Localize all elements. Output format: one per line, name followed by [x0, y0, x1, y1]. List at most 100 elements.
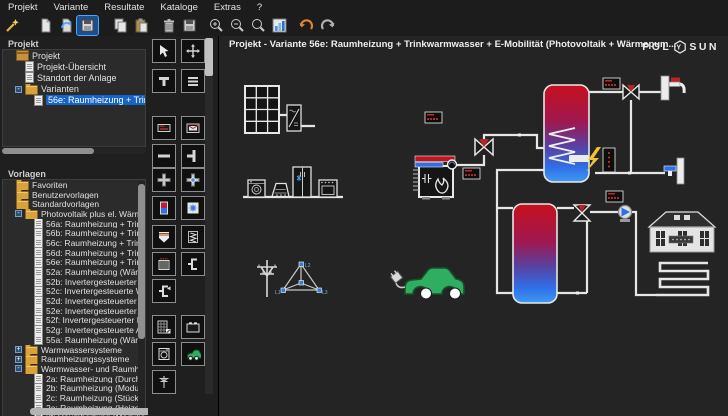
tree-item[interactable]: Projekt [3, 50, 145, 61]
tool-programmable-controller[interactable] [181, 116, 205, 140]
buffer-tank[interactable] [513, 204, 557, 303]
palette-scrollbar[interactable] [205, 38, 213, 394]
tree-item[interactable]: 52a: Raumheizung (Wärmepu [3, 267, 145, 277]
three-phase-node[interactable]: L1 L2 L3 [275, 262, 328, 296]
tree-item[interactable]: Standardvorlagen [3, 199, 145, 209]
tree-item[interactable]: +Raumheizungssysteme [3, 354, 145, 364]
controller-heating-circuit[interactable] [606, 191, 623, 202]
tree-item[interactable]: 2c: Raumheizung (Stückholzfe [3, 393, 145, 403]
menu-kataloge[interactable]: Kataloge [160, 2, 198, 13]
controller-pv[interactable] [425, 112, 442, 123]
tool-coil-heat-exchanger[interactable] [181, 225, 205, 249]
refrigerator[interactable] [293, 167, 311, 197]
tree-item[interactable]: 52d: Invertergesteuerter el. D [3, 296, 145, 306]
tree-item[interactable]: 56e: Raumheizung + Trinkwa [3, 258, 145, 268]
mixing-valve-dhw[interactable] [623, 85, 639, 99]
menu-extras[interactable]: Extras [214, 2, 241, 13]
tree-item[interactable]: 56e: Raumheizung + Trinkwarm [3, 95, 145, 106]
electric-vehicle[interactable] [389, 268, 464, 299]
controller-dhw[interactable] [603, 78, 620, 89]
tree-item[interactable]: 2a: Raumheizung (Durchlaufe [3, 374, 145, 384]
open-project-button[interactable] [56, 16, 77, 35]
tool-select[interactable] [152, 39, 176, 63]
design-canvas[interactable]: Projekt - Variante 56e: Raumheizung + Tr… [218, 36, 728, 416]
tree-expander-icon[interactable]: - [15, 365, 22, 372]
tree-item[interactable]: Standort der Anlage [3, 72, 145, 83]
tree-item[interactable]: 52c: Invertergesteuerte Wärm [3, 287, 145, 297]
heat-pump[interactable] [413, 156, 457, 200]
tool-electric-vehicle[interactable] [181, 342, 205, 366]
washing-machine[interactable] [248, 180, 265, 197]
tool-pipe-connector-sensor[interactable] [152, 279, 176, 303]
save-project-button[interactable] [77, 16, 98, 35]
tool-controller[interactable] [152, 116, 176, 140]
tree-item[interactable]: 52g: Invertergesteuerte Abluf [3, 325, 145, 335]
heating-pump[interactable] [619, 206, 632, 223]
zoom-original-button[interactable] [248, 16, 269, 35]
tool-storage-tank[interactable] [152, 225, 176, 249]
inverter[interactable] [287, 105, 301, 131]
tree-item[interactable]: 52b: Invertergesteuerter Heiz [3, 277, 145, 287]
tree-item[interactable]: -Photovoltaik plus el. Wärmeerzeu [3, 209, 145, 219]
tree-expander-icon[interactable]: + [15, 346, 22, 353]
tree-expander-icon[interactable]: - [15, 210, 22, 217]
tool-tee-pipe[interactable] [152, 69, 176, 93]
new-project-button[interactable] [35, 16, 56, 35]
dhw-tank[interactable] [544, 85, 589, 182]
tree-expander-icon[interactable]: + [15, 356, 22, 363]
tree-item[interactable]: 56d: Raumheizung + Trinkwa [3, 248, 145, 258]
tool-pipe-connector[interactable] [181, 252, 205, 276]
show-results-button[interactable] [269, 16, 290, 35]
paste-button[interactable] [131, 16, 152, 35]
mixing-valve-heating[interactable] [574, 205, 590, 221]
controller-heatpump[interactable] [463, 168, 480, 179]
controller-heating-rod[interactable] [603, 148, 615, 172]
cold-water-supply[interactable] [664, 158, 684, 184]
menu-resultate[interactable]: Resultate [104, 2, 144, 13]
wizard-button[interactable] [2, 16, 23, 35]
tool-move[interactable] [181, 39, 205, 63]
save-as-button[interactable] [179, 16, 200, 35]
tree-item[interactable]: +Warmwassersysteme [3, 345, 145, 355]
tool-power-grid[interactable] [152, 370, 176, 394]
project-tree-hscrollbar[interactable] [2, 148, 146, 154]
tool-battery[interactable] [181, 315, 205, 339]
tree-item[interactable]: 56b: Raumheizung + Trinkwa [3, 228, 145, 238]
menu-variante[interactable]: Variante [54, 2, 89, 13]
pv-module[interactable] [245, 86, 279, 133]
tree-item[interactable]: 55a: Raumheizung (Wärmepu [3, 335, 145, 345]
tool-heat-exchanger[interactable] [181, 196, 205, 220]
delete-button[interactable] [158, 16, 179, 35]
house[interactable] [649, 212, 715, 252]
tool-three-way-valve[interactable] [181, 168, 205, 192]
tree-item[interactable]: Benutzervorlagen [3, 190, 145, 200]
power-grid-pole[interactable] [257, 260, 277, 297]
menu-[interactable]: ? [257, 2, 262, 13]
tool-pipe-horizontal[interactable] [152, 144, 176, 168]
tool-boiler[interactable] [152, 342, 176, 366]
tree-item[interactable]: Favoriten [3, 180, 145, 190]
tap[interactable] [661, 76, 684, 100]
pipes[interactable] [243, 92, 708, 295]
mixing-valve-hp[interactable] [475, 139, 493, 155]
tool-list[interactable] [181, 69, 205, 93]
tree-item[interactable]: 2b: Raumheizung (Modulierer [3, 383, 145, 393]
tree-item[interactable]: 56a: Raumheizung + Trinkwa [3, 219, 145, 229]
tree-item[interactable]: 56c: Raumheizung + Trinkwa [3, 238, 145, 248]
undo-button[interactable] [296, 16, 317, 35]
tool-cross-fitting[interactable] [152, 168, 176, 192]
tool-pipe-branch[interactable] [181, 144, 205, 168]
tool-pv-module[interactable] [152, 315, 176, 339]
tool-pump[interactable] [152, 196, 176, 220]
tree-item[interactable]: -Varianten [3, 84, 145, 95]
zoom-in-button[interactable] [206, 16, 227, 35]
tool-radiator[interactable] [152, 252, 176, 276]
tree-item[interactable]: Projekt-Übersicht [3, 61, 145, 72]
tree-item[interactable]: -Warmwasser- und Raumheizungs [3, 364, 145, 374]
zoom-out-button[interactable] [227, 16, 248, 35]
redo-button[interactable] [317, 16, 338, 35]
oven[interactable] [319, 180, 337, 197]
templates-tree-vscrollbar[interactable] [138, 181, 145, 408]
tree-expander-icon[interactable]: - [15, 86, 22, 93]
copy-button[interactable] [110, 16, 131, 35]
